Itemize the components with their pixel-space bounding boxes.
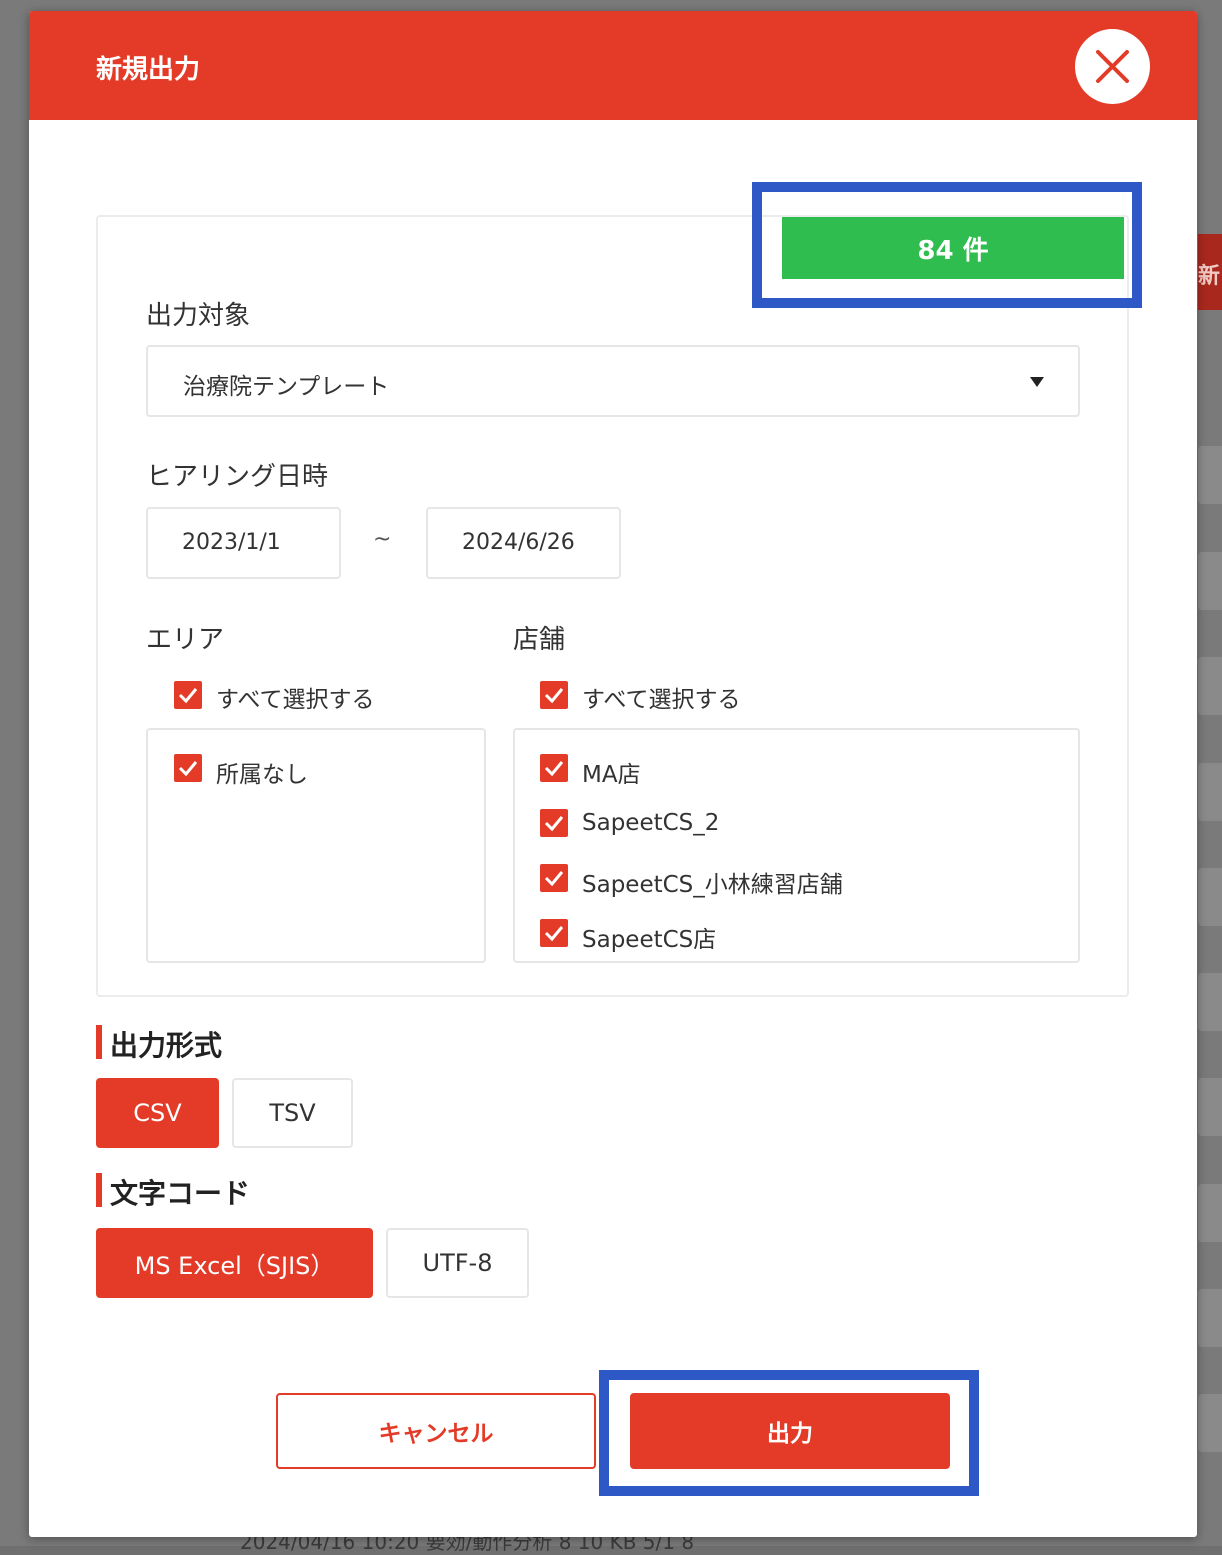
charset-accent-bar (96, 1173, 102, 1207)
check-icon (178, 761, 198, 777)
background-row-button (1198, 763, 1222, 821)
export-modal: 新規出力 84 件 出力対象 治療院テンプレート ヒアリング日時 2023/1/… (29, 11, 1197, 1537)
background-row-button (1198, 1078, 1222, 1136)
hearing-date-label: ヒアリング日時 (146, 462, 329, 492)
export-submit-button[interactable]: 出力 (630, 1393, 950, 1469)
date-range-separator: ~ (373, 527, 392, 552)
charset-utf8-button[interactable]: UTF-8 (386, 1228, 529, 1298)
modal-title: 新規出力 (96, 55, 201, 85)
background-new-tab: 新 (1198, 234, 1222, 310)
caret-down-icon (1030, 377, 1044, 387)
background-row-button (1198, 868, 1222, 926)
check-icon (544, 871, 564, 887)
date-to-input[interactable]: 2024/6/26 (426, 507, 621, 579)
background-row-button (1198, 657, 1222, 715)
modal-header: 新規出力 (29, 11, 1197, 120)
target-select[interactable]: 治療院テンプレート (146, 345, 1080, 417)
area-select-all-checkbox[interactable] (174, 681, 202, 709)
result-count-badge: 84 件 (782, 217, 1124, 279)
store-item-checkbox[interactable] (540, 809, 568, 837)
output-format-title: 出力形式 (110, 1029, 223, 1062)
close-button[interactable] (1075, 29, 1150, 104)
check-icon (178, 688, 198, 704)
background-row-button (1198, 1394, 1222, 1452)
target-select-value: 治療院テンプレート (183, 374, 390, 400)
close-icon (1096, 50, 1129, 83)
background-row-button (1198, 446, 1222, 504)
store-select-all-label: すべて選択する (582, 687, 741, 713)
store-select-all-checkbox[interactable] (540, 681, 568, 709)
date-from-input[interactable]: 2023/1/1 (146, 507, 341, 579)
store-item-label: MA店 (582, 762, 641, 788)
store-label: 店舗 (513, 625, 566, 655)
format-csv-button[interactable]: CSV (96, 1078, 219, 1148)
charset-title: 文字コード (110, 1177, 251, 1210)
cancel-button[interactable]: キャンセル (276, 1393, 596, 1469)
store-item-checkbox[interactable] (540, 919, 568, 947)
output-format-accent-bar (96, 1025, 102, 1059)
area-item-checkbox[interactable] (174, 754, 202, 782)
store-item-label: SapeetCS_2 (582, 810, 720, 836)
store-item-label: SapeetCS店 (582, 927, 717, 953)
area-select-all-label: すべて選択する (216, 687, 375, 713)
store-item-checkbox[interactable] (540, 864, 568, 892)
charset-sjis-button[interactable]: MS Excel（SJIS） (96, 1228, 373, 1298)
format-tsv-button[interactable]: TSV (232, 1078, 353, 1148)
background-row-button (1198, 1289, 1222, 1347)
check-icon (544, 816, 564, 832)
store-item-checkbox[interactable] (540, 754, 568, 782)
area-label: エリア (146, 625, 225, 655)
check-icon (544, 761, 564, 777)
background-row-button (1198, 1184, 1222, 1242)
area-item-label: 所属なし (216, 762, 308, 788)
check-icon (544, 926, 564, 942)
background-row-button (1198, 552, 1222, 610)
store-item-label: SapeetCS_小林練習店舗 (582, 872, 843, 898)
target-label: 出力対象 (146, 301, 251, 331)
background-row-button (1198, 973, 1222, 1031)
check-icon (544, 688, 564, 704)
